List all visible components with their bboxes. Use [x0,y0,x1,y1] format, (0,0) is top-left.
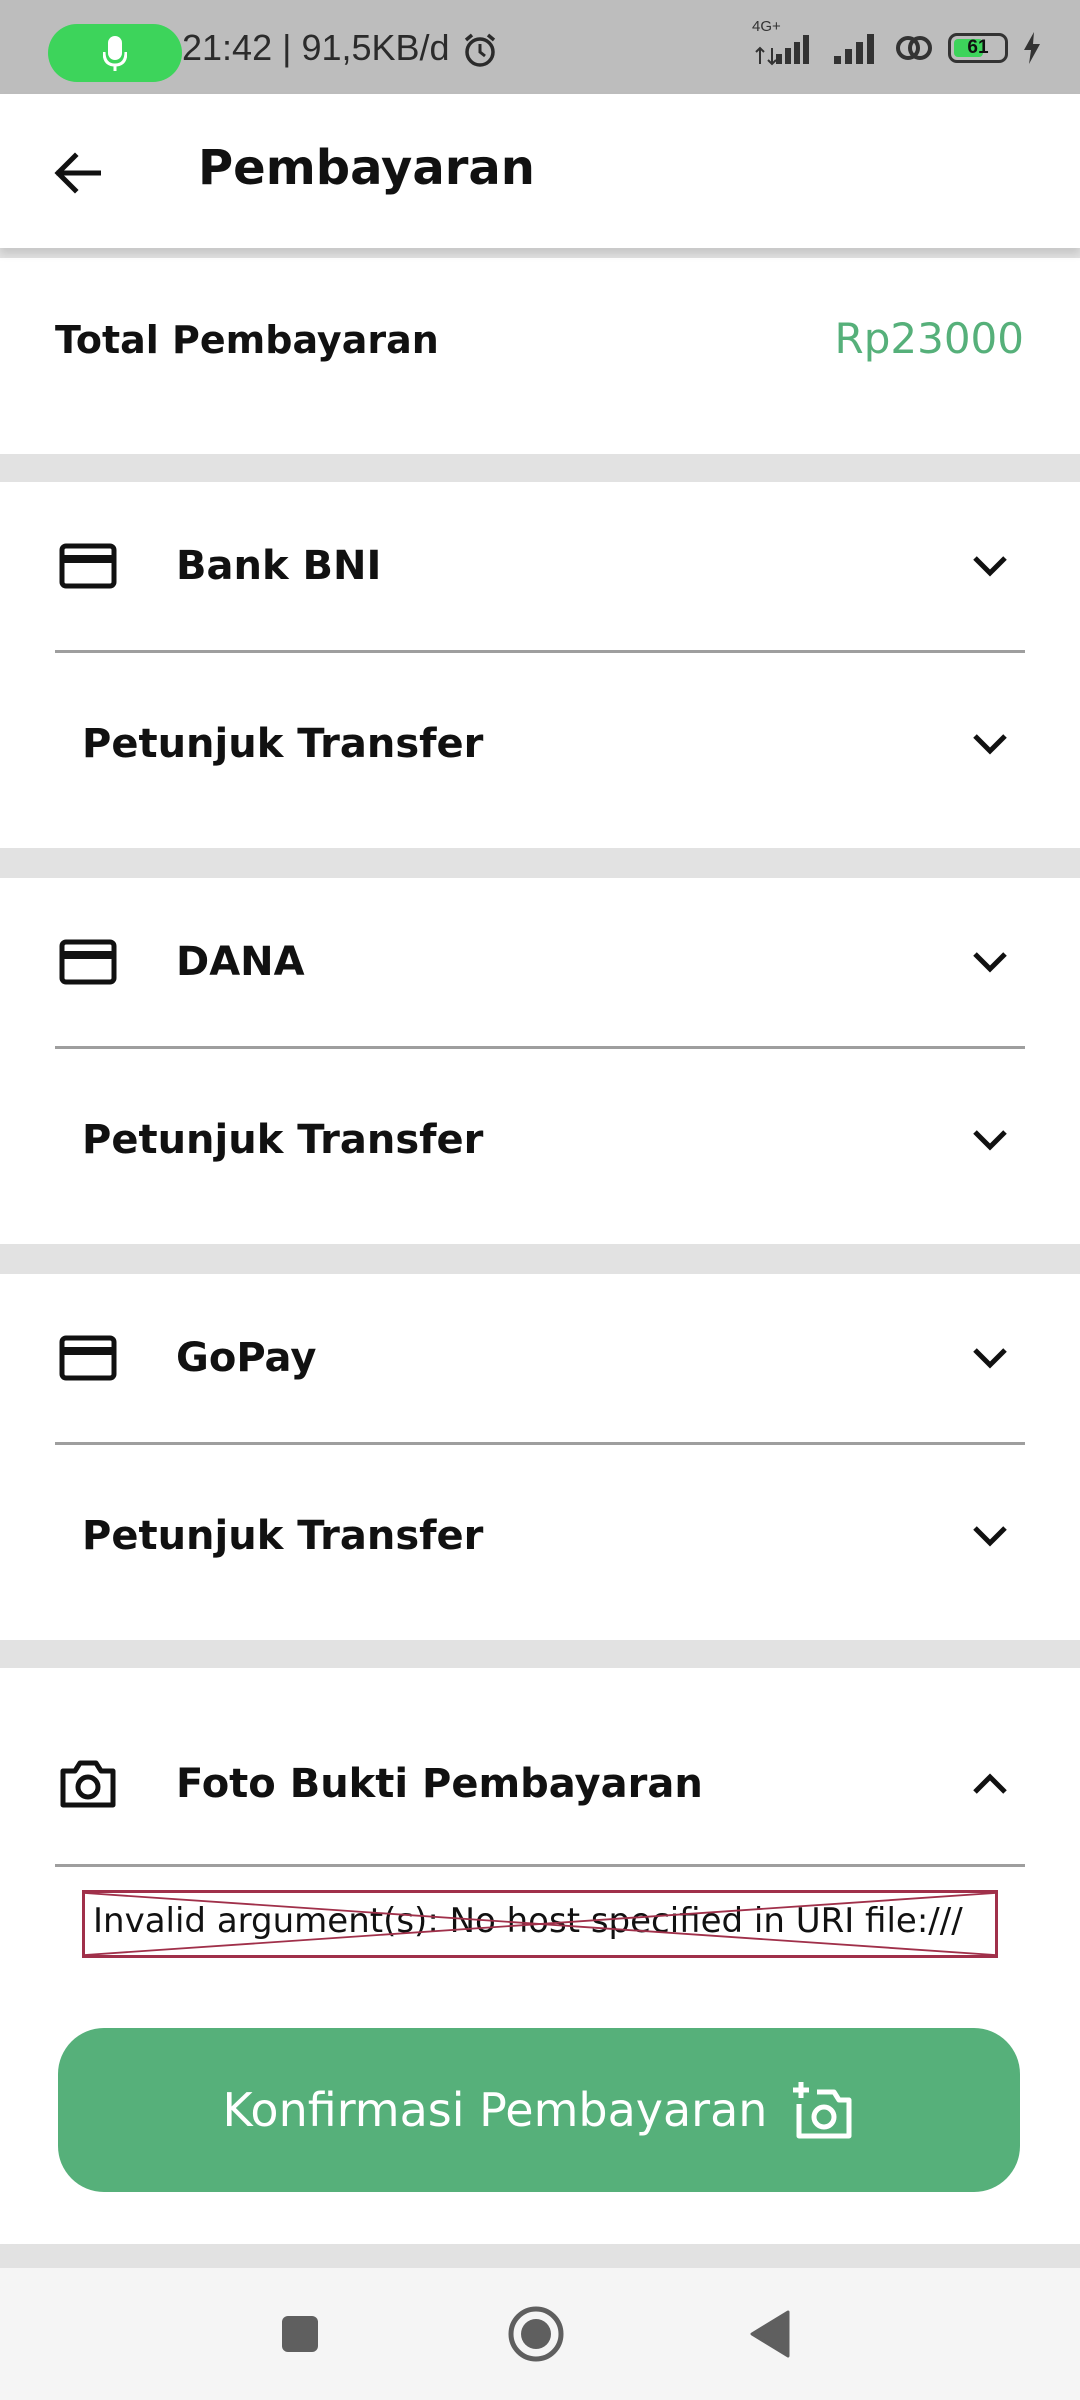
status-bar: 21:42 | 91,5KB/d 4G+ 61 [0,0,1080,94]
chevron-down-icon[interactable] [968,1336,1012,1380]
payment-proof-label: Foto Bukti Pembayaran [176,1761,703,1807]
chevron-down-icon[interactable] [968,722,1012,766]
payment-method-name: DANA [176,939,305,985]
transfer-instructions-row[interactable]: Petunjuk Transfer [0,1056,1080,1224]
alarm-icon [462,32,498,72]
back-nav-button[interactable] [738,2302,802,2366]
mic-icon [103,36,127,71]
back-button[interactable] [42,138,112,208]
chevron-down-icon[interactable] [968,940,1012,984]
status-icons: 4G+ 61 [752,18,1042,66]
payment-method-name: GoPay [176,1335,317,1381]
divider [55,1864,1025,1867]
confirm-payment-button[interactable]: Konfirmasi Pembayaran [58,2028,1020,2192]
back-triangle-icon [750,2310,790,2358]
battery-icon: 61 [948,33,1008,63]
hotspot-icon [896,36,932,60]
total-amount: Rp23000 [834,314,1024,363]
payment-method-header[interactable]: DANA [0,878,1080,1046]
credit-card-icon [58,932,118,992]
transfer-instructions-label: Petunjuk Transfer [82,1117,484,1163]
status-time-speed: 21:42 | 91,5KB/d [182,27,450,68]
recents-button[interactable] [268,2302,332,2366]
transfer-instructions-label: Petunjuk Transfer [82,1513,484,1559]
transfer-instructions-label: Petunjuk Transfer [82,721,484,767]
battery-level: 61 [967,37,989,58]
payment-proof-card: Foto Bukti Pembayaran Invalid argument(s… [0,1668,1080,2244]
chevron-down-icon[interactable] [968,544,1012,588]
chevron-down-icon[interactable] [968,1514,1012,1558]
recents-square-icon [282,2316,318,2352]
page-title: Pembayaran [198,140,535,196]
total-label: Total Pembayaran [55,318,439,362]
payment-method-header[interactable]: Bank BNI [0,482,1080,650]
error-cross-icon [85,1893,995,1955]
home-circle-icon [508,2306,564,2362]
transfer-instructions-row[interactable]: Petunjuk Transfer [0,1452,1080,1620]
payment-card-dana: DANA Petunjuk Transfer [0,878,1080,1244]
payment-method-header[interactable]: GoPay [0,1274,1080,1442]
home-button[interactable] [504,2302,568,2366]
system-nav-bar [0,2268,1080,2400]
credit-card-icon [58,1328,118,1388]
chevron-up-icon[interactable] [968,1762,1012,1806]
signal-icon: 4G+ [752,18,818,66]
add-photo-icon [793,2082,852,2139]
arrow-left-icon [54,152,101,194]
transfer-instructions-row[interactable]: Petunjuk Transfer [0,660,1080,828]
signal-icon [834,34,874,64]
image-error-box: Invalid argument(s): No host specified i… [82,1890,998,1958]
total-card: Total Pembayaran Rp23000 [0,258,1080,454]
payment-card-bank-bni: Bank BNI Petunjuk Transfer [0,482,1080,848]
divider [55,650,1025,653]
app-bar: Pembayaran [0,94,1080,248]
confirm-payment-label: Konfirmasi Pembayaran [222,2083,768,2137]
chevron-down-icon[interactable] [968,1118,1012,1162]
payment-card-gopay: GoPay Petunjuk Transfer [0,1274,1080,1640]
credit-card-icon [58,536,118,596]
divider [55,1442,1025,1445]
charging-icon [1024,32,1040,64]
camera-icon [58,1754,118,1814]
divider [55,1046,1025,1049]
mic-indicator[interactable] [48,24,182,82]
payment-method-name: Bank BNI [176,543,382,589]
